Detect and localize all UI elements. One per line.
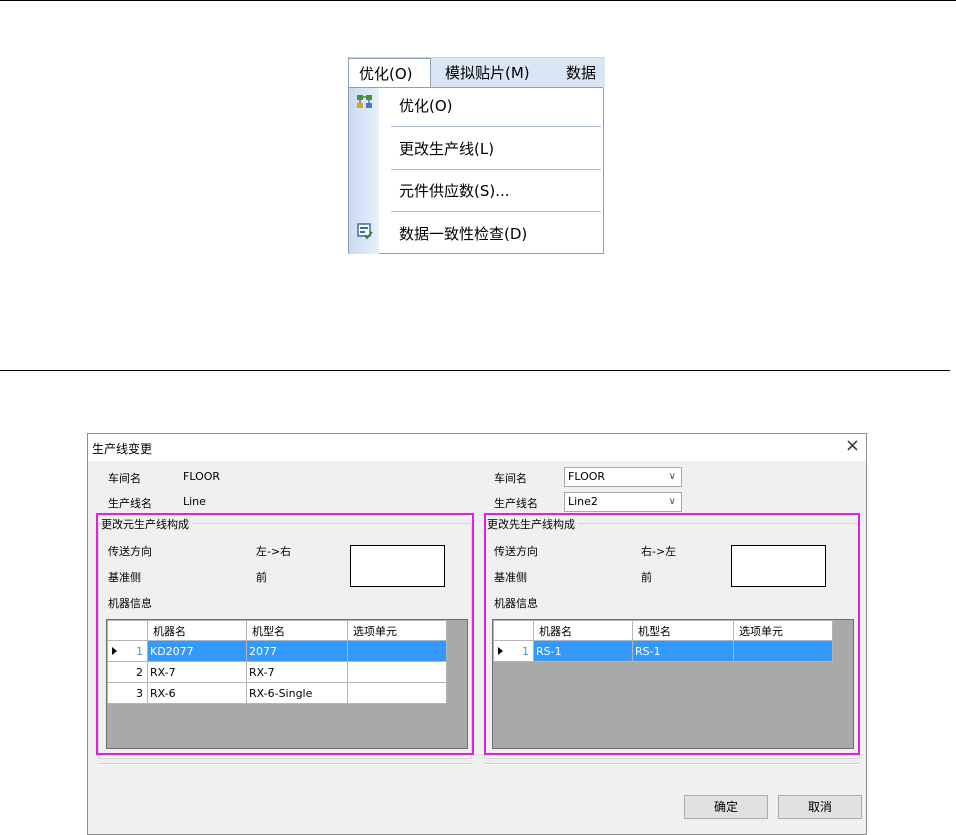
cell-option[interactable] (733, 640, 833, 662)
menu-item-optimize[interactable]: 优化(O) (399, 95, 453, 116)
menu-separator (391, 211, 601, 212)
table-row[interactable]: 3 RX-6 RX-6-Single (107, 682, 447, 704)
change-line-dialog: 生产线变更 × 车间名 FLOOR 生产线名 Line 车间名 FLOOR ∨ … (87, 433, 867, 835)
top-rule (0, 0, 956, 1)
left-line-preview (350, 545, 445, 587)
row-header[interactable]: 1 (493, 640, 534, 662)
table-row[interactable]: 2 RX-7 RX-7 (107, 661, 447, 683)
right-bottom-divider (484, 763, 860, 765)
cancel-button[interactable]: 取消 (778, 795, 862, 819)
middle-rule (0, 370, 950, 371)
right-machine-table: 机器名 机型名 选项单元 1 RS-1 RS-1 (493, 620, 833, 662)
ok-button[interactable]: 确定 (684, 795, 768, 819)
line-combobox[interactable]: Line2 ∨ (564, 492, 682, 512)
row-header[interactable]: 3 (107, 682, 148, 704)
current-row-arrow-icon (112, 647, 117, 655)
left-machine-info-label: 机器信息 (108, 597, 152, 610)
menu-optimize[interactable]: 优化(O) (348, 58, 431, 90)
menu-item-data-check[interactable]: 数据一致性检查(D) (399, 223, 527, 244)
cell-option[interactable] (347, 682, 447, 704)
right-workshop-label: 车间名 (494, 472, 527, 485)
cell-machine[interactable]: RS-1 (533, 640, 633, 662)
left-workshop-label: 车间名 (108, 472, 141, 485)
line-combobox-value: Line2 (568, 495, 598, 508)
cell-model[interactable]: RS-1 (632, 640, 734, 662)
left-reference-label: 基准侧 (108, 571, 141, 584)
left-machine-grid: 机器名 机型名 选项单元 1 KD2077 2077 2 RX-7 RX-7 3… (106, 619, 468, 749)
cell-model[interactable]: RX-7 (246, 661, 348, 683)
cell-model[interactable]: RX-6-Single (246, 682, 348, 704)
menu-item-feeder-count[interactable]: 元件供应数(S)... (399, 180, 510, 201)
optimize-dropdown: 优化(O) 更改生产线(L) 元件供应数(S)... 数据一致性检查(D) (349, 87, 603, 254)
cell-model[interactable]: 2077 (246, 640, 348, 662)
menu-separator (391, 169, 601, 170)
right-reference-value: 前 (641, 571, 652, 584)
left-line-label: 生产线名 (108, 497, 152, 510)
chevron-down-icon: ∨ (668, 496, 676, 507)
table-header-row: 机器名 机型名 选项单元 (493, 620, 833, 641)
menu-item-change-line[interactable]: 更改生产线(L) (399, 138, 494, 159)
menu-separator (391, 126, 601, 127)
menubar: 优化(O) 模拟贴片(M) 数据 (348, 57, 605, 90)
dialog-titlebar: 生产线变更 × (88, 434, 866, 461)
workshop-combobox[interactable]: FLOOR ∨ (564, 467, 682, 487)
optimize-icon (357, 95, 372, 108)
column-header-machine[interactable]: 机器名 (147, 620, 247, 641)
row-header-corner (493, 620, 534, 641)
left-direction-value: 左->右 (256, 545, 292, 558)
right-line-preview (731, 545, 826, 587)
left-line-value: Line (183, 495, 206, 508)
right-reference-label: 基准侧 (494, 571, 527, 584)
cell-machine[interactable]: RX-6 (147, 682, 247, 704)
right-machine-grid: 机器名 机型名 选项单元 1 RS-1 RS-1 (492, 619, 854, 749)
row-header[interactable]: 2 (107, 661, 148, 683)
close-icon[interactable]: × (845, 436, 860, 456)
column-header-option[interactable]: 选项单元 (733, 620, 833, 641)
cell-option[interactable] (347, 661, 447, 683)
chevron-down-icon: ∨ (668, 471, 676, 482)
dialog-title: 生产线变更 (92, 442, 153, 456)
column-header-machine[interactable]: 机器名 (533, 620, 633, 641)
menu-data[interactable]: 数据 (566, 58, 596, 89)
column-header-option[interactable]: 选项单元 (347, 620, 447, 641)
row-header[interactable]: 1 (107, 640, 148, 662)
right-line-label: 生产线名 (494, 497, 538, 510)
left-bottom-divider (98, 763, 472, 765)
left-direction-label: 传送方向 (108, 545, 152, 558)
cell-machine[interactable]: KD2077 (147, 640, 247, 662)
left-reference-value: 前 (256, 571, 267, 584)
table-row[interactable]: 1 KD2077 2077 (107, 640, 447, 662)
left-workshop-value: FLOOR (183, 470, 221, 483)
menu-simulate[interactable]: 模拟贴片(M) (445, 58, 530, 89)
menu-screenshot: 优化(O) 模拟贴片(M) 数据 优化(O) 更改生产线(L) 元件供应数(S)… (348, 57, 605, 254)
column-header-model[interactable]: 机型名 (632, 620, 734, 641)
right-machine-info-label: 机器信息 (494, 597, 538, 610)
column-header-model[interactable]: 机型名 (246, 620, 348, 641)
table-row[interactable]: 1 RS-1 RS-1 (493, 640, 833, 662)
table-header-row: 机器名 机型名 选项单元 (107, 620, 447, 641)
right-direction-label: 传送方向 (494, 545, 538, 558)
current-row-arrow-icon (498, 647, 503, 655)
data-check-icon (357, 223, 373, 240)
cell-machine[interactable]: RX-7 (147, 661, 247, 683)
workshop-combobox-value: FLOOR (568, 470, 606, 483)
cell-option[interactable] (347, 640, 447, 662)
left-machine-table: 机器名 机型名 选项单元 1 KD2077 2077 2 RX-7 RX-7 3… (107, 620, 447, 704)
row-header-corner (107, 620, 148, 641)
right-direction-value: 右->左 (641, 545, 677, 558)
